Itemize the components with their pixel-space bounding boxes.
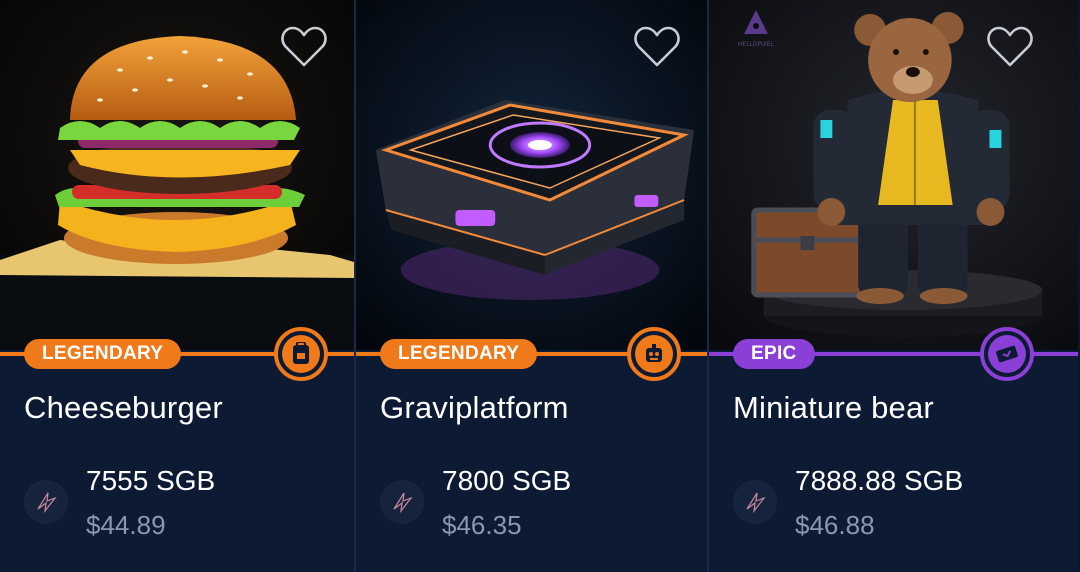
rarity-badge: LEGENDARY (380, 339, 538, 369)
price-usd: $46.88 (795, 510, 875, 540)
rarity-badge: LEGENDARY (24, 339, 182, 369)
nft-card-cheeseburger[interactable]: LEGENDARY Cheeseburger 7555 SGB $44.89 (0, 0, 354, 572)
robot-icon (627, 327, 681, 381)
favorite-heart-icon[interactable] (986, 24, 1034, 68)
favorite-heart-icon[interactable] (280, 24, 328, 68)
backpack-icon (274, 327, 328, 381)
item-name: Graviplatform (380, 390, 569, 425)
favorite-heart-icon[interactable] (633, 24, 681, 68)
songbird-coin-icon (24, 480, 68, 524)
price-usd: $46.35 (442, 510, 522, 540)
svg-text:HELLOPIXEL: HELLOPIXEL (738, 41, 775, 48)
nft-card-miniature-bear[interactable]: HELLOPIXEL EPIC Miniature bear 7888.88 S… (707, 0, 1078, 572)
rarity-row: LEGENDARY (0, 322, 354, 384)
rarity-badge: EPIC (733, 339, 815, 369)
rarity-row: LEGENDARY (356, 322, 707, 384)
hellopixel-logo: HELLOPIXEL (731, 6, 781, 50)
songbird-coin-icon (733, 480, 777, 524)
price-usd: $44.89 (86, 510, 166, 540)
rarity-row: EPIC (709, 322, 1078, 384)
price-sgb: 7888.88 SGB (795, 465, 964, 496)
price-sgb: 7800 SGB (442, 465, 572, 496)
item-name: Cheeseburger (24, 390, 223, 425)
price-sgb: 7555 SGB (86, 465, 216, 496)
nft-card-graviplatform[interactable]: LEGENDARY Graviplatform 7800 SGB $46.35 (354, 0, 707, 572)
item-name: Miniature bear (733, 390, 934, 425)
ticket-icon (980, 327, 1034, 381)
songbird-coin-icon (380, 480, 424, 524)
nft-card-grid: LEGENDARY Cheeseburger 7555 SGB $44.89 L… (0, 0, 1080, 572)
